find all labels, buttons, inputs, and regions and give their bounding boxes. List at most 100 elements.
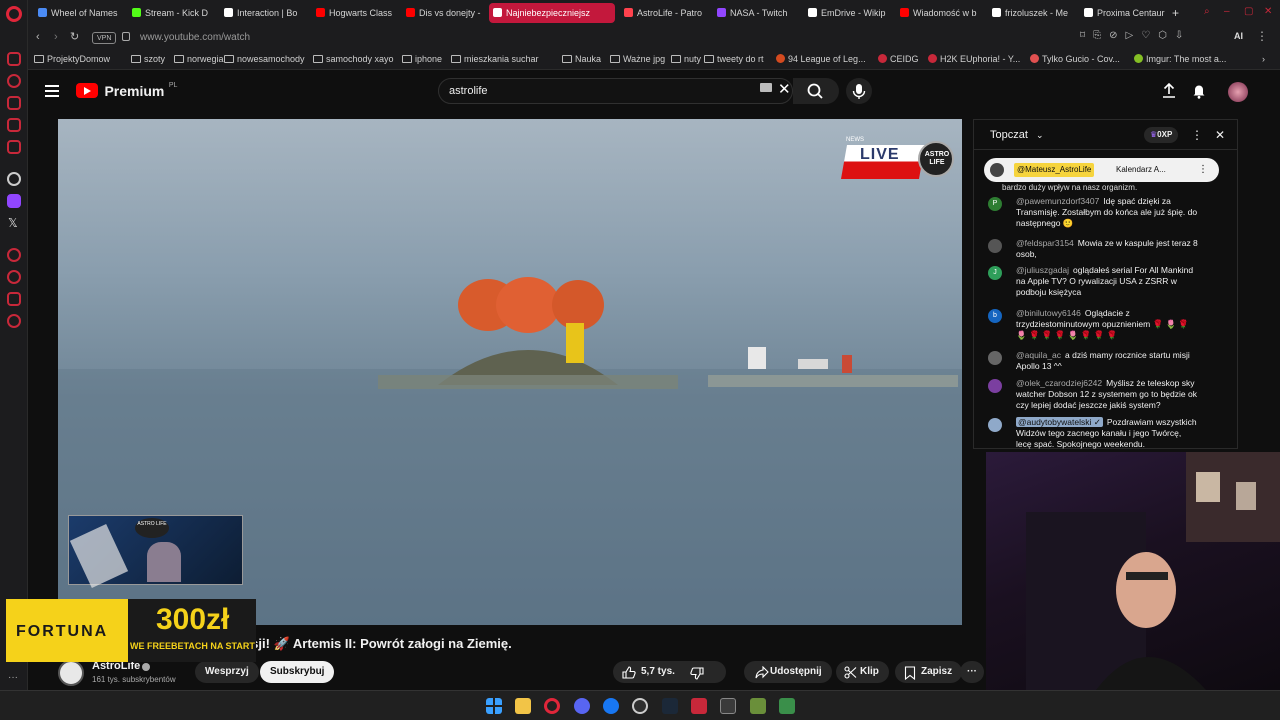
address-actions-icons[interactable]: ⌑⎘⊘▷♡⬡⇩ [1080, 30, 1191, 41]
browser-tab[interactable]: Najniebezpieczniejsz [489, 3, 615, 23]
subscribe-button[interactable]: Subskrybuj [260, 661, 335, 683]
sidebar-chatgpt-icon[interactable] [7, 172, 21, 186]
xp-badge[interactable]: ♛0XP [1144, 127, 1179, 143]
close-window-icon[interactable]: ✕ [1264, 6, 1276, 18]
obs-icon[interactable] [632, 698, 648, 714]
sidebar-messenger-icon[interactable] [7, 52, 21, 66]
bookmark-folder[interactable]: iphone [402, 54, 442, 64]
chat-message[interactable]: J @juliuszgadaj oglądałeś serial For All M… [988, 265, 1198, 298]
chat-message[interactable]: @olek_czarodziej6242 Myślisz że teleskop … [988, 378, 1198, 411]
minecraft-icon[interactable] [750, 698, 766, 714]
minimize-icon[interactable]: – [1224, 6, 1236, 18]
chat-message[interactable]: @audytobywatelski ✓ Pozdrawiam wszystkich… [988, 417, 1198, 450]
sidebar-twitch-icon[interactable] [7, 194, 21, 208]
bookmark-folder[interactable]: szoty [131, 54, 165, 64]
terminal-icon[interactable] [720, 698, 736, 714]
browser-tab[interactable]: Wiadomość w b [896, 3, 982, 23]
sidebar-chat-icon[interactable] [7, 118, 21, 132]
chat-author[interactable]: @aquila_ac [1016, 350, 1061, 360]
chat-menu-icon[interactable]: ⋮ [1191, 120, 1203, 150]
bookmark-folder[interactable]: nuty [671, 54, 701, 64]
youtube-logo[interactable]: Premium PL [76, 82, 177, 100]
keyboard-icon[interactable] [760, 83, 772, 92]
browser-tab[interactable]: Wheel of Names [34, 3, 122, 23]
search-tabs-icon[interactable]: ⌕ [1204, 6, 1216, 18]
browser-tab[interactable]: frizoluszek - Me [988, 3, 1074, 23]
search-button[interactable] [793, 78, 839, 104]
sidebar-x-icon[interactable]: 𝕏 [8, 216, 18, 230]
chevron-down-icon[interactable]: ⌄ [1036, 120, 1044, 150]
browser-tab[interactable]: NASA - Twitch [713, 3, 799, 23]
vpn-badge[interactable]: VPN [92, 32, 117, 44]
chat-author[interactable]: @binilutowy6146 [1016, 308, 1081, 318]
steam-icon[interactable] [662, 698, 678, 714]
close-chat-icon[interactable]: ✕ [1215, 120, 1225, 150]
chat-message[interactable]: @feldspar3154 Mowia ze w kaspule jest ter… [988, 238, 1198, 260]
menu-icon[interactable] [45, 85, 59, 97]
opera-logo-icon[interactable] [6, 6, 22, 22]
pinned-message[interactable]: @Mateusz_AstroLife Kalendarz A... ⋮ [984, 158, 1219, 182]
notifications-bell-icon[interactable] [1192, 83, 1206, 99]
bookmark-item[interactable]: CEIDG [878, 54, 919, 64]
windows-start-icon[interactable] [486, 698, 502, 714]
bookmarks-overflow-icon[interactable]: › [1262, 54, 1265, 64]
sidebar-history-icon[interactable] [7, 74, 21, 88]
channel-avatar[interactable] [58, 660, 84, 686]
chat-message[interactable]: P @pawemunzdorf3407 Idę spać dzięki za Tra… [988, 196, 1198, 229]
reload-icon[interactable]: ↻ [70, 30, 79, 43]
bookmark-folder[interactable]: Ważne jpg [610, 54, 665, 64]
facebook-icon[interactable] [603, 698, 619, 714]
voice-search-button[interactable] [846, 78, 872, 104]
url-field[interactable]: www.youtube.com/watch [140, 29, 940, 47]
forward-icon[interactable]: › [54, 31, 58, 43]
support-button[interactable]: Wesprzyj [195, 661, 259, 683]
maximize-icon[interactable]: ▢ [1244, 6, 1256, 18]
security-app-icon[interactable] [691, 698, 707, 714]
thumbs-down-icon[interactable] [690, 667, 704, 680]
chat-author[interactable]: @olek_czarodziej6242 [1016, 378, 1102, 388]
account-avatar[interactable] [1228, 82, 1248, 102]
chat-author[interactable]: @audytobywatelski ✓ [1016, 417, 1103, 427]
sidebar-download-icon[interactable] [7, 292, 21, 306]
pinned-menu-icon[interactable]: ⋮ [1198, 158, 1208, 182]
chat-mode-dropdown[interactable]: Topczat [990, 129, 1028, 141]
browser-tab[interactable]: AstroLife - Patro [620, 3, 708, 23]
sidebar-wallet-icon[interactable] [7, 96, 21, 110]
file-explorer-icon[interactable] [515, 698, 531, 714]
bookmark-item[interactable]: Tylko Gucio - Cov... [1030, 54, 1120, 64]
chat-message[interactable]: @aquila_ac a dziś mamy rocznice startu mi… [988, 350, 1198, 372]
browser-tab[interactable]: Hogwarts Class [312, 3, 396, 23]
search-input[interactable]: astrolife [438, 78, 793, 104]
fortuna-ad-banner[interactable]: FORTUNA 300zł WE FREEBETACH NA START [6, 599, 256, 662]
sidebar-m-icon[interactable] [7, 140, 21, 154]
browser-tab[interactable]: Proxima Centaur [1080, 3, 1168, 23]
browser-tab[interactable]: EmDrive - Wikip [804, 3, 890, 23]
browser-tab[interactable]: Stream - Kick D [128, 3, 214, 23]
chat-message[interactable]: b @binilutowy6146 Oglądacie z trzydziestom… [988, 308, 1198, 341]
bookmark-item[interactable]: H2K EUphoria! - Y... [928, 54, 1020, 64]
chat-author[interactable]: @pawemunzdorf3407 [1016, 196, 1099, 206]
chat-author[interactable]: @juliuszgadaj [1016, 265, 1069, 275]
clear-search-icon[interactable]: ✕ [778, 80, 791, 98]
bookmark-folder[interactable]: ProjektyDomow [34, 54, 110, 64]
discord-icon[interactable] [574, 698, 590, 714]
new-tab-button[interactable]: + [1168, 3, 1179, 23]
bookmark-folder[interactable]: samochody xayo [313, 54, 394, 64]
back-icon[interactable]: ‹ [36, 31, 40, 43]
bookmark-folder[interactable]: Nauka [562, 54, 601, 64]
browser-menu-icon[interactable]: ⋮ [1256, 29, 1268, 43]
chat-author[interactable]: @feldspar3154 [1016, 238, 1074, 248]
sidebar-settings-icon[interactable] [7, 314, 21, 328]
sidebar-clock-icon[interactable] [7, 248, 21, 262]
bookmark-folder[interactable]: nowesamochody [224, 54, 305, 64]
browser-tab[interactable]: Dis vs donejty - [402, 3, 484, 23]
more-actions-button[interactable]: ··· [960, 661, 984, 683]
bookmark-folder[interactable]: norwegia [174, 54, 224, 64]
sidebar-more-icon[interactable]: ··· [8, 672, 18, 683]
upload-icon[interactable] [1162, 83, 1176, 99]
bookmark-item[interactable]: Imgur: The most a... [1134, 54, 1226, 64]
bookmark-item[interactable]: 94 League of Leg... [776, 54, 866, 64]
sidebar-speed-icon[interactable] [7, 270, 21, 284]
browser-tab[interactable]: Interaction | Bo [220, 3, 306, 23]
bookmark-folder[interactable]: tweety do rt [704, 54, 764, 64]
